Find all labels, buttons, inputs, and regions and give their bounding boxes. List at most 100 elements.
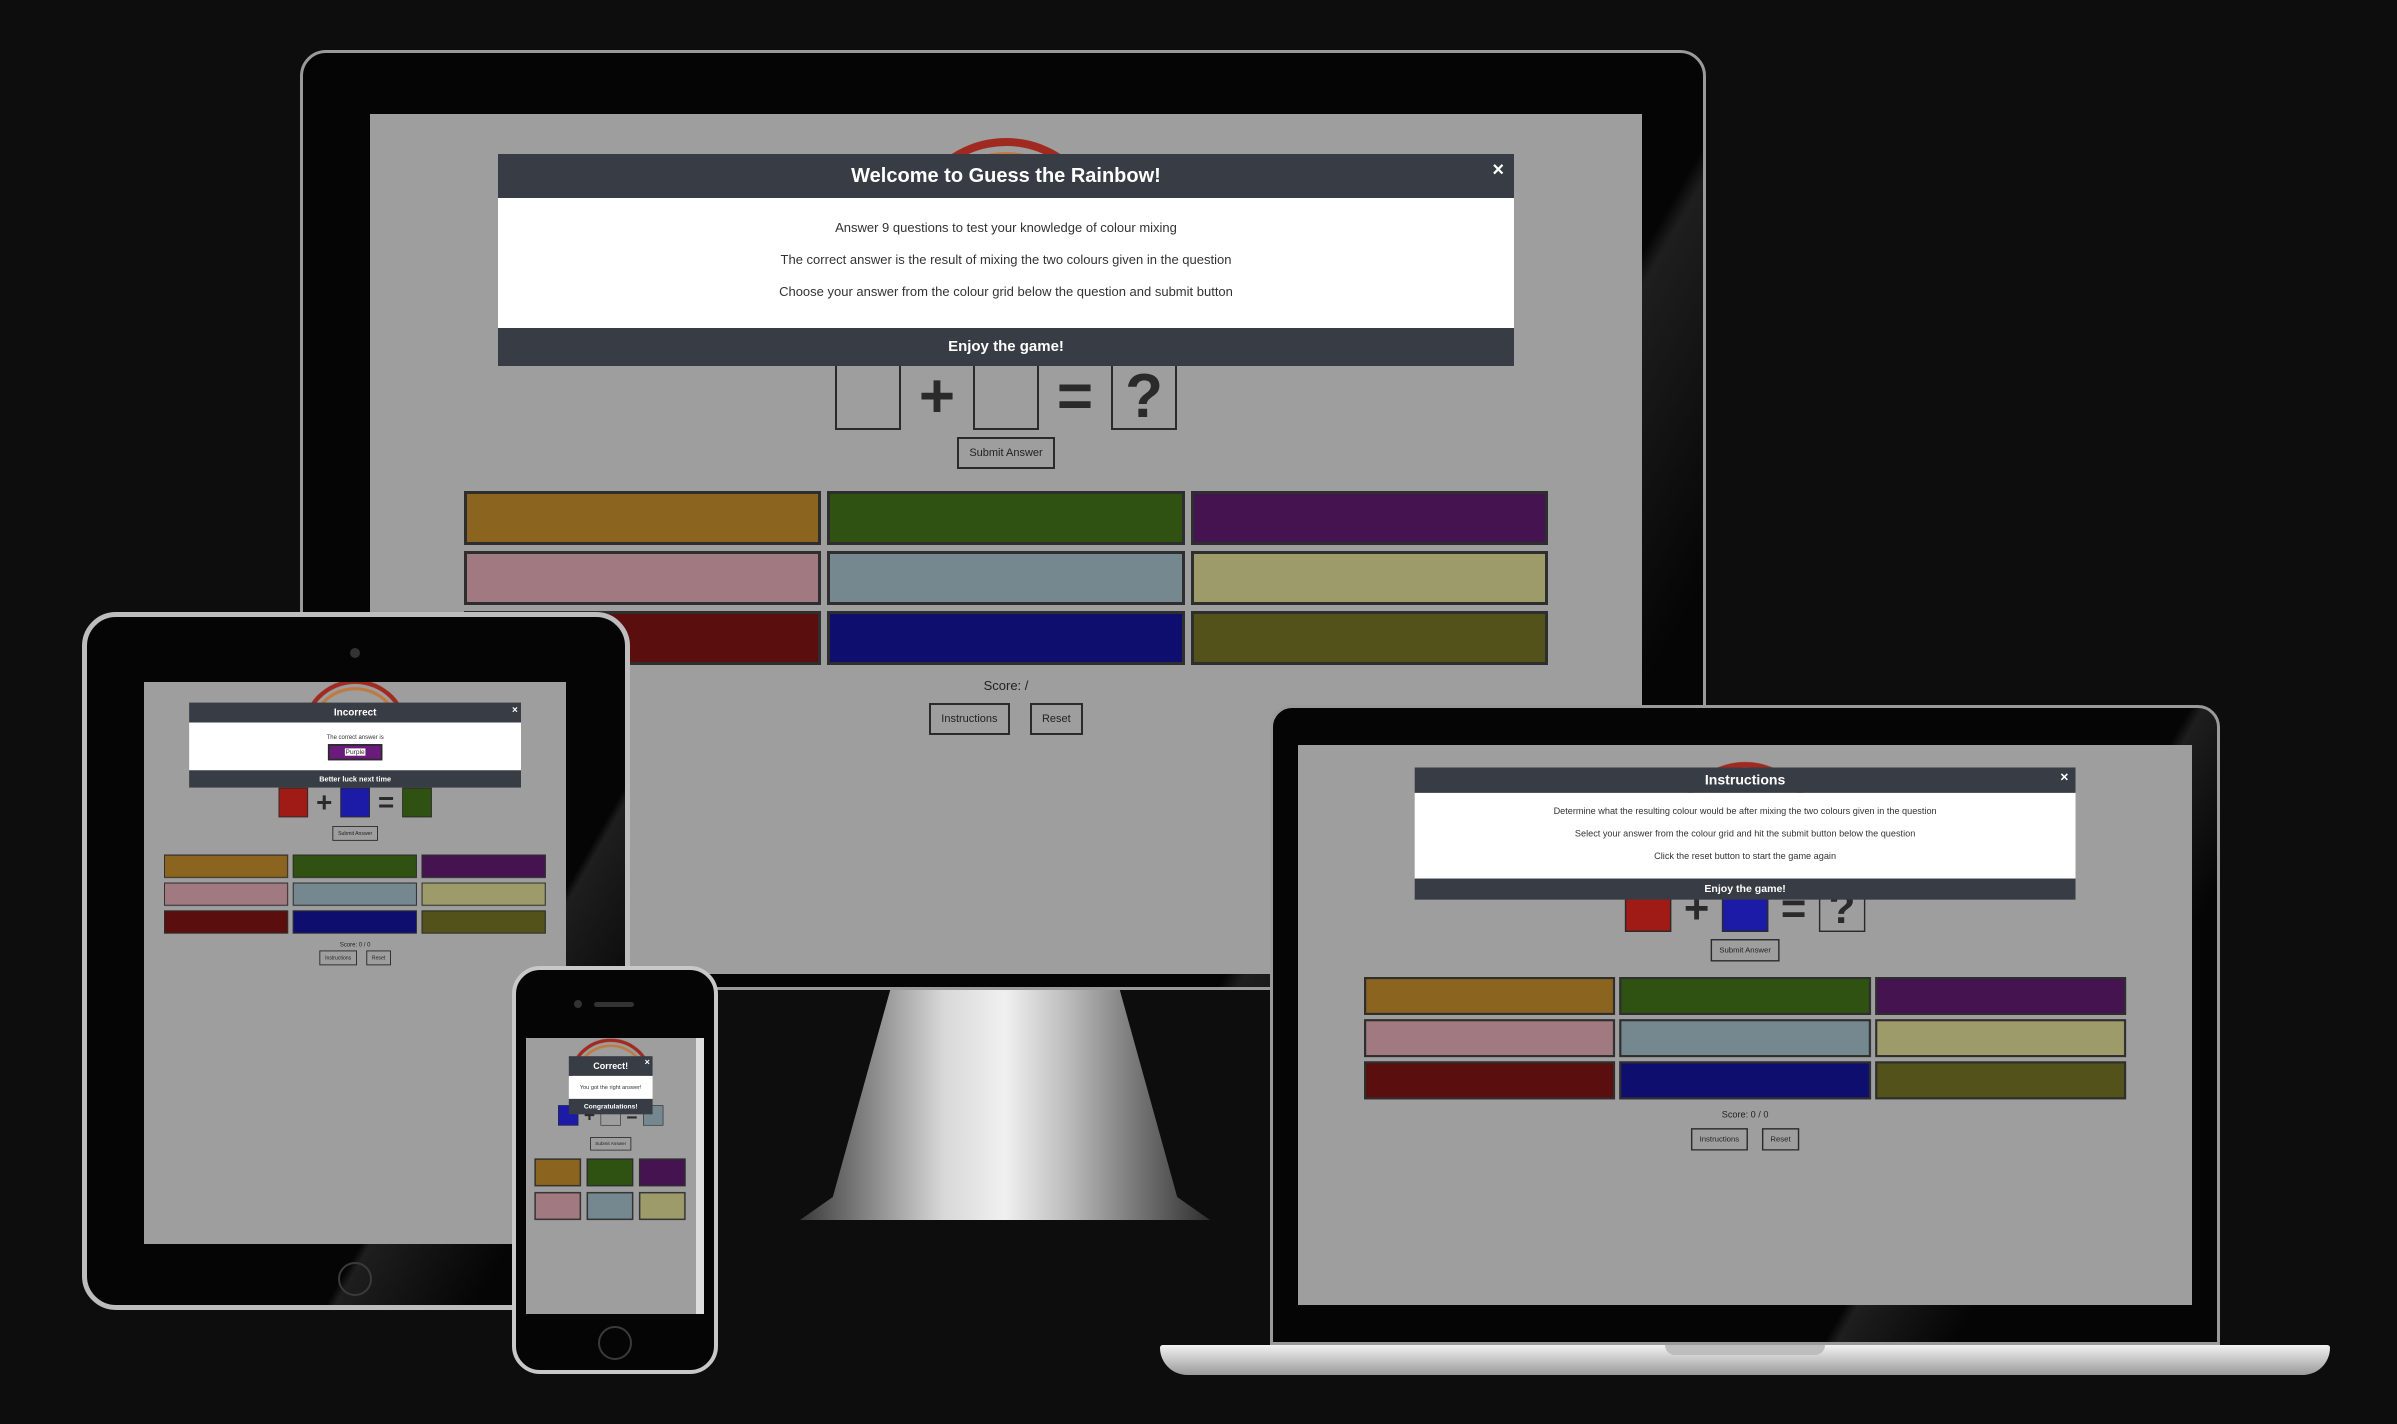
colour-option-brown[interactable] bbox=[464, 491, 822, 545]
modal-header: Correct! × bbox=[568, 1056, 653, 1076]
colour-option-grey[interactable] bbox=[586, 1192, 634, 1220]
first-colour-box bbox=[278, 787, 309, 818]
colour-option-green[interactable] bbox=[1619, 976, 1871, 1015]
laptop-trackpad-notch bbox=[1665, 1345, 1825, 1355]
question-mark-icon: ? bbox=[1111, 364, 1177, 430]
colour-option-brown[interactable] bbox=[163, 854, 289, 878]
submit-answer-button[interactable]: Submit Answer bbox=[590, 1137, 632, 1151]
laptop-screen: + = ? Submit Answer Score: 0 / 0 Instruc… bbox=[1298, 745, 2192, 1305]
equals-icon: = bbox=[1056, 362, 1094, 431]
modal-title: Welcome to Guess the Rainbow! bbox=[851, 165, 1161, 187]
colour-option-green[interactable] bbox=[586, 1158, 634, 1187]
submit-answer-button[interactable]: Submit Answer bbox=[332, 825, 378, 841]
phone: + = Submit Answer Correct! × You got the… bbox=[512, 966, 718, 1376]
phone-speaker bbox=[594, 1002, 634, 1007]
colour-option-khaki[interactable] bbox=[1190, 551, 1548, 605]
modal-body: The correct answer is Purple bbox=[189, 722, 522, 771]
modal-line: The correct answer is bbox=[326, 733, 384, 741]
modal-footer: Congratulations! bbox=[568, 1098, 653, 1115]
second-colour-box bbox=[973, 364, 1039, 430]
close-icon[interactable]: × bbox=[512, 700, 518, 720]
colour-option-khaki[interactable] bbox=[638, 1192, 686, 1220]
colour-option-navy[interactable] bbox=[827, 611, 1185, 665]
instructions-modal: Instructions × Determine what the result… bbox=[1414, 765, 2076, 900]
reset-button[interactable]: Reset bbox=[1029, 703, 1083, 735]
modal-body: Determine what the resulting colour woul… bbox=[1414, 792, 2076, 879]
first-colour-box bbox=[835, 364, 901, 430]
modal-footer: Enjoy the game! bbox=[498, 328, 1514, 366]
colour-option-purple[interactable] bbox=[421, 854, 546, 878]
modal-header: Welcome to Guess the Rainbow! × bbox=[498, 154, 1514, 198]
correct-answer-text: Purple bbox=[344, 748, 366, 756]
phone-camera bbox=[574, 1000, 582, 1008]
colour-grid bbox=[534, 1158, 686, 1220]
close-icon[interactable]: × bbox=[645, 1052, 650, 1072]
colour-grid bbox=[1364, 976, 2127, 1100]
laptop: + = ? Submit Answer Score: 0 / 0 Instruc… bbox=[1160, 705, 2330, 1380]
instructions-button[interactable]: Instructions bbox=[1691, 1128, 1748, 1151]
colour-option-olive[interactable] bbox=[421, 910, 546, 934]
plus-icon: + bbox=[316, 786, 333, 818]
colour-option-pink[interactable] bbox=[1364, 1019, 1616, 1058]
instructions-button[interactable]: Instructions bbox=[929, 703, 1010, 735]
modal-line: Select your answer from the colour grid … bbox=[1574, 827, 1916, 839]
phone-screen: + = Submit Answer Correct! × You got the… bbox=[526, 1038, 704, 1314]
score-display: Score: 0 / 0 bbox=[339, 940, 371, 948]
reset-button[interactable]: Reset bbox=[1761, 1128, 1800, 1151]
modal-footer: Enjoy the game! bbox=[1414, 878, 2076, 900]
colour-option-navy[interactable] bbox=[1619, 1061, 1871, 1100]
colour-option-olive[interactable] bbox=[1190, 611, 1548, 665]
plus-icon: + bbox=[918, 362, 956, 431]
modal-body: Answer 9 questions to test your knowledg… bbox=[498, 198, 1514, 328]
colour-option-navy[interactable] bbox=[292, 910, 417, 934]
colour-option-brown[interactable] bbox=[534, 1158, 582, 1187]
modal-header: Instructions × bbox=[1414, 765, 2076, 793]
colour-option-green[interactable] bbox=[827, 491, 1185, 545]
close-icon[interactable]: × bbox=[1492, 148, 1504, 192]
modal-title: Incorrect bbox=[333, 706, 377, 718]
close-icon[interactable]: × bbox=[2060, 765, 2068, 790]
modal-title: Correct! bbox=[593, 1060, 629, 1072]
tablet-home-button[interactable] bbox=[338, 1262, 372, 1296]
modal-line: You got the right answer! bbox=[579, 1084, 642, 1091]
colour-option-pink[interactable] bbox=[534, 1192, 582, 1220]
phone-home-button[interactable] bbox=[598, 1326, 632, 1360]
colour-option-maroon[interactable] bbox=[1364, 1061, 1616, 1100]
reset-button[interactable]: Reset bbox=[366, 950, 391, 966]
modal-header: Incorrect × bbox=[189, 700, 522, 723]
monitor-stand bbox=[800, 990, 1210, 1220]
colour-option-pink[interactable] bbox=[163, 882, 289, 906]
modal-title: Instructions bbox=[1704, 772, 1786, 788]
colour-option-grey[interactable] bbox=[827, 551, 1185, 605]
equals-icon: = bbox=[377, 786, 395, 818]
colour-option-olive[interactable] bbox=[1874, 1061, 2127, 1100]
modal-body: You got the right answer! bbox=[568, 1075, 653, 1099]
submit-answer-button[interactable]: Submit Answer bbox=[957, 437, 1055, 469]
colour-option-khaki[interactable] bbox=[421, 882, 546, 906]
second-colour-box bbox=[340, 787, 370, 818]
colour-option-maroon[interactable] bbox=[163, 910, 289, 934]
modal-line: Choose your answer from the colour grid … bbox=[779, 284, 1233, 299]
colour-option-brown[interactable] bbox=[1364, 976, 1616, 1015]
colour-option-purple[interactable] bbox=[638, 1158, 686, 1187]
instructions-button[interactable]: Instructions bbox=[319, 950, 357, 966]
tablet-camera bbox=[350, 648, 360, 658]
correct-modal: Correct! × You got the right answer! Con… bbox=[568, 1056, 653, 1115]
colour-option-grey[interactable] bbox=[292, 882, 417, 906]
modal-line: The correct answer is the result of mixi… bbox=[780, 252, 1232, 267]
colour-option-khaki[interactable] bbox=[1874, 1019, 2127, 1058]
incorrect-modal: Incorrect × The correct answer is Purple… bbox=[189, 700, 522, 788]
colour-option-green[interactable] bbox=[292, 854, 417, 878]
question-row: + = bbox=[144, 786, 566, 818]
colour-option-purple[interactable] bbox=[1874, 976, 2127, 1015]
tablet-screen: + = Submit Answer Score: 0 / 0 Instructi… bbox=[144, 682, 566, 1244]
modal-footer: Better luck next time bbox=[189, 770, 522, 788]
colour-option-grey[interactable] bbox=[1619, 1019, 1871, 1058]
modal-line: Click the reset button to start the game… bbox=[1654, 850, 1837, 861]
phone-scrollbar[interactable] bbox=[696, 1038, 704, 1314]
colour-option-pink[interactable] bbox=[464, 551, 822, 605]
submit-answer-button[interactable]: Submit Answer bbox=[1710, 939, 1780, 962]
colour-option-purple[interactable] bbox=[1190, 491, 1548, 545]
answer-colour-box bbox=[402, 787, 432, 818]
modal-line: Answer 9 questions to test your knowledg… bbox=[835, 220, 1177, 235]
